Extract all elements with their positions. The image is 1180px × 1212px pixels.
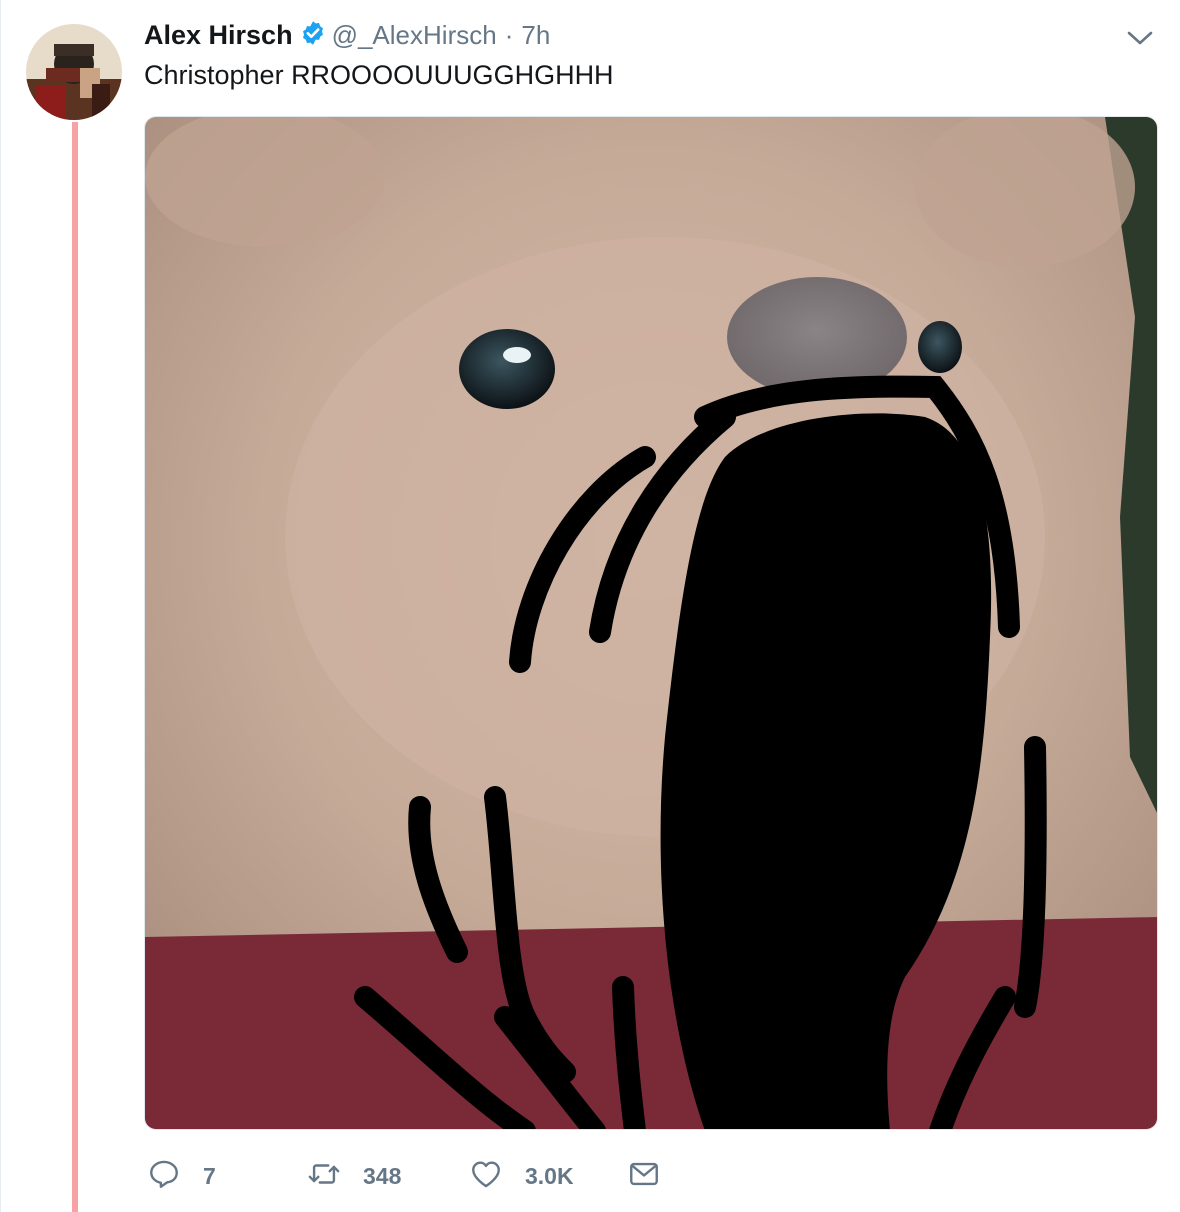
tweet-image[interactable]: [144, 116, 1158, 1130]
tweet-text: Christopher RROOOOUUUGGHGHHH: [144, 60, 614, 90]
retweet-button[interactable]: 348: [307, 1156, 401, 1196]
retweet-icon: [307, 1157, 341, 1196]
direct-message-button[interactable]: [627, 1156, 661, 1196]
thread-line: [72, 122, 78, 1212]
separator-dot: ·: [504, 19, 514, 50]
chevron-down-icon[interactable]: [1125, 28, 1155, 48]
envelope-icon: [627, 1157, 661, 1196]
heart-icon: [469, 1157, 503, 1196]
tweet-card[interactable]: Alex Hirsch @_AlexHirsch · 7h Christophe…: [0, 0, 1180, 1212]
verified-badge-icon: [293, 20, 332, 51]
tweet-timestamp[interactable]: 7h: [521, 20, 550, 51]
retweet-count: 348: [363, 1162, 402, 1189]
avatar[interactable]: [26, 24, 122, 120]
like-count: 3.0K: [525, 1162, 574, 1189]
like-button[interactable]: 3.0K: [469, 1156, 574, 1196]
author-name[interactable]: Alex Hirsch: [144, 20, 293, 51]
reply-icon: [147, 1157, 181, 1196]
tweet-header: Alex Hirsch @_AlexHirsch · 7h: [144, 18, 550, 52]
author-handle[interactable]: @_AlexHirsch: [332, 20, 497, 51]
reply-button[interactable]: 7: [147, 1156, 216, 1196]
reply-count: 7: [203, 1162, 216, 1189]
